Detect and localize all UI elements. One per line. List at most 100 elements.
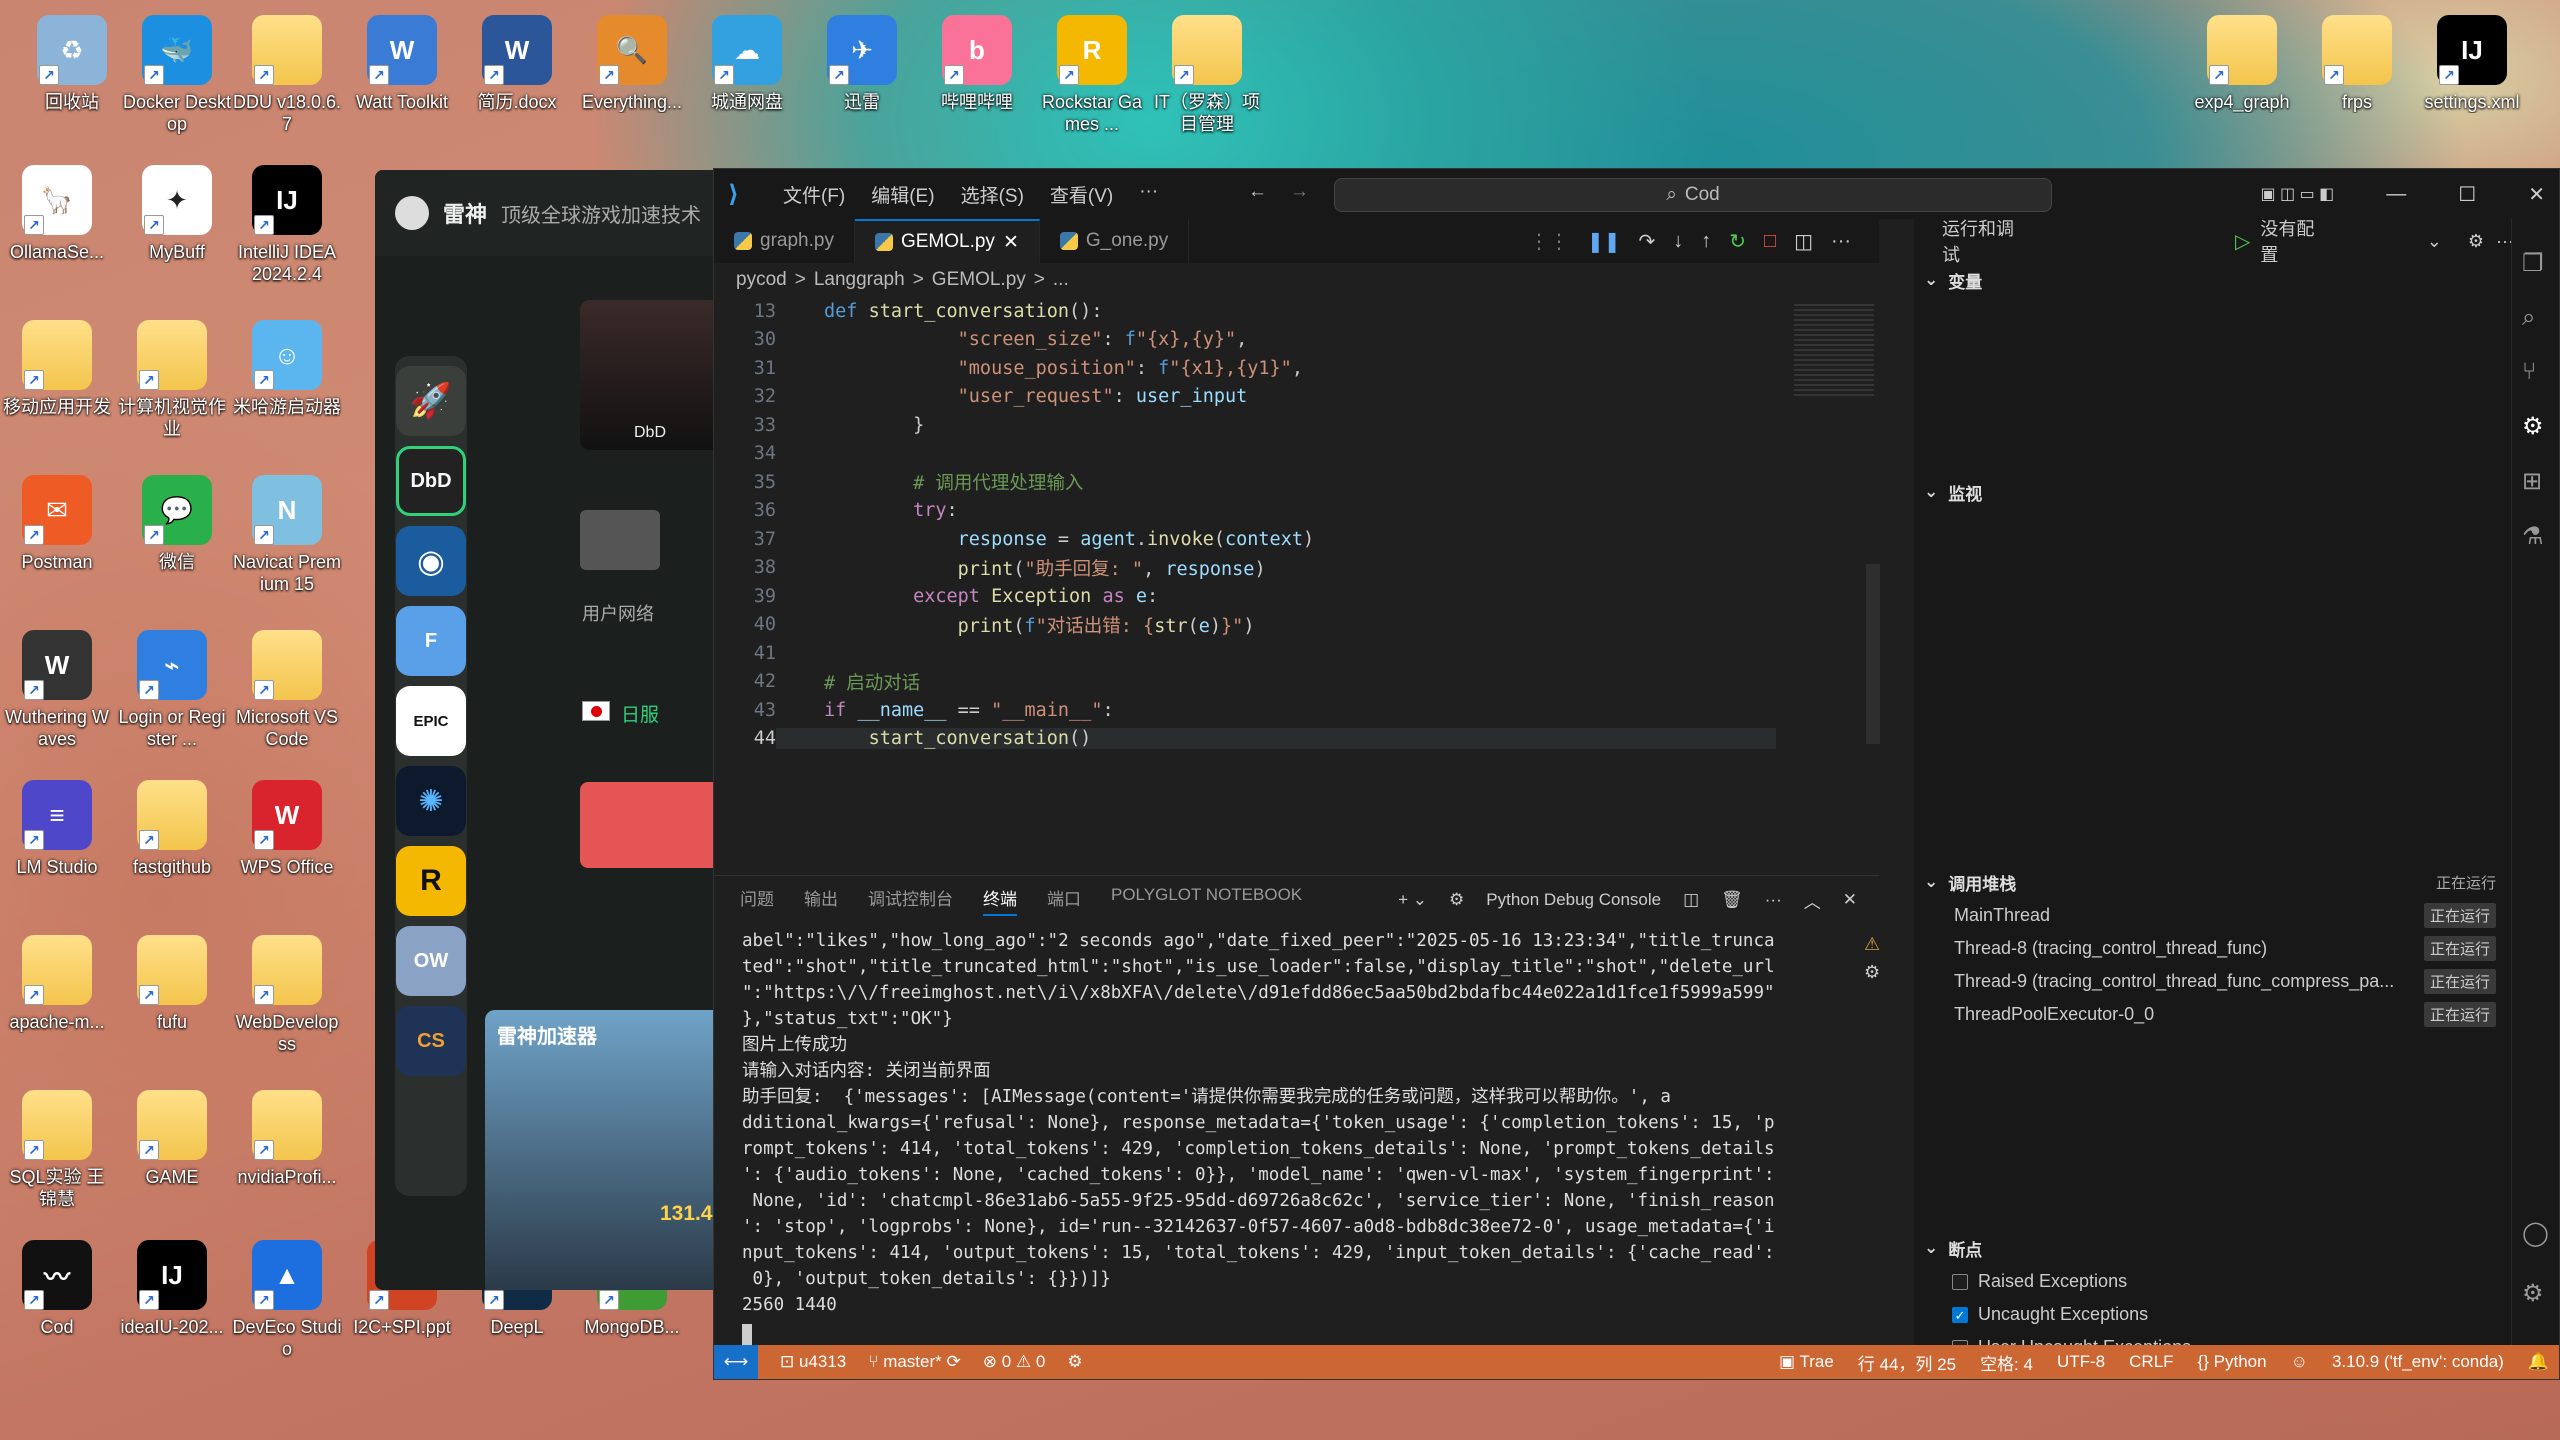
split-editor-icon[interactable]: ◫ <box>1794 229 1813 254</box>
step-over-icon[interactable]: ↷ <box>1639 229 1656 254</box>
menu-item[interactable]: 文件(F) <box>783 181 845 208</box>
branch-status[interactable]: ⑂ master* ⟳ <box>868 1352 960 1372</box>
chevron-down-icon[interactable]: ⌄ <box>2427 231 2442 252</box>
pause-icon[interactable]: ❚❚ <box>1587 229 1621 254</box>
thread-item[interactable]: ThreadPoolExecutor-0_0 正在运行 <box>1914 998 2514 1031</box>
desktop-icon[interactable]: 〰 ↗ Cod <box>2 1240 112 1338</box>
account-icon[interactable]: ◯ <box>2522 1219 2549 1248</box>
manage-gear-icon[interactable]: ⚙ <box>2522 1279 2544 1308</box>
line-ending[interactable]: CRLF <box>2129 1352 2173 1372</box>
copilot-icon[interactable]: ☺ <box>2291 1352 2308 1372</box>
overwatch-icon[interactable]: OW <box>396 926 466 996</box>
split-terminal-icon[interactable]: ◫ <box>1683 890 1699 910</box>
close-button[interactable]: ✕ <box>2528 182 2545 207</box>
minimap[interactable] <box>1794 304 1874 399</box>
promo-banner[interactable]: 雷神加速器 131.4 <box>485 1010 730 1290</box>
add-terminal-icon[interactable]: + ⌄ <box>1398 890 1427 910</box>
encoding[interactable]: UTF-8 <box>2057 1352 2105 1372</box>
thread-item[interactable]: MainThread 正在运行 <box>1914 899 2514 932</box>
desktop-icon[interactable]: 🦙 ↗ OllamaSe... <box>2 165 112 263</box>
panel-tab[interactable]: 问题 <box>740 885 774 916</box>
desktop-icon[interactable]: ↗ fastgithub <box>117 780 227 878</box>
command-center-search[interactable]: ⌕ Cod <box>1334 178 2052 212</box>
breakpoint-checkbox[interactable]: ✓ <box>1952 1306 1968 1323</box>
trash-icon[interactable]: 🗑 <box>1721 890 1743 910</box>
testing-icon[interactable]: ⚗ <box>2522 522 2559 551</box>
close-panel-icon[interactable]: ✕ <box>1843 890 1857 910</box>
steam-icon[interactable]: ◉ <box>396 526 466 596</box>
desktop-icon[interactable]: ↗ fufu <box>117 935 227 1033</box>
language-mode[interactable]: {} Python <box>2198 1352 2267 1372</box>
csgo-icon[interactable]: CS <box>396 1006 466 1076</box>
source-control-icon[interactable]: ⑂ <box>2522 358 2559 386</box>
desktop-icon[interactable]: IJ ↗ settings.xml <box>2417 15 2527 113</box>
desktop-icon[interactable]: ♻ ↗ 回收站 <box>17 15 127 113</box>
layout-icon[interactable]: ▣ ◫ ▭ ◧ <box>2260 184 2334 204</box>
desktop-icon[interactable]: ↗ 移动应用开发 <box>2 320 112 418</box>
desktop-icon[interactable]: ↗ GAME <box>117 1090 227 1188</box>
desktop-icon[interactable]: ≡ ↗ LM Studio <box>2 780 112 878</box>
desktop-icon[interactable]: ↗ frps <box>2302 15 2412 113</box>
desktop-icon[interactable]: N ↗ Navicat Premium 15 <box>232 475 342 595</box>
back-arrow-icon[interactable]: ← <box>1248 181 1267 203</box>
editor-tab[interactable]: graph.py <box>714 219 855 263</box>
panel-tab[interactable]: POLYGLOT NOTEBOOK <box>1111 885 1302 916</box>
desktop-icon[interactable]: ↗ IT（罗森）项目管理 <box>1152 15 1262 135</box>
breakpoint-item[interactable]: ✓ Uncaught Exceptions <box>1914 1298 2514 1331</box>
user-status[interactable]: ⊡ u4313 <box>780 1352 846 1372</box>
debug-launch-icon[interactable]: ⚙ <box>1067 1352 1082 1372</box>
desktop-icon[interactable]: 🔍 ↗ Everything... <box>577 15 687 113</box>
explorer-icon[interactable]: ❐ <box>2522 249 2559 278</box>
terminal-output[interactable]: abel":"likes","how_long_ago":"2 seconds … <box>714 924 1824 1318</box>
desktop-icon[interactable]: ↗ SQL实验 王锦慧 <box>2 1090 112 1210</box>
interpreter[interactable]: 3.10.9 ('tf_env': conda) <box>2332 1352 2504 1372</box>
thread-item[interactable]: Thread-8 (tracing_control_thread_func) 正在… <box>1914 932 2514 965</box>
epic-games-icon[interactable]: EPIC <box>396 686 466 756</box>
search-icon[interactable]: ⌕ <box>2522 304 2559 332</box>
step-into-icon[interactable]: ↓ <box>1673 230 1683 253</box>
breadcrumb-item[interactable]: Langgraph <box>814 269 905 291</box>
editor-scrollbar[interactable] <box>1866 564 1880 744</box>
desktop-icon[interactable]: W ↗ 简历.docx <box>462 15 572 113</box>
maximize-button[interactable]: ☐ <box>2458 182 2476 207</box>
gear-icon[interactable]: ⚙ <box>2468 231 2484 252</box>
cursor-position[interactable]: 行 44，列 25 <box>1858 1350 1956 1375</box>
more-actions-icon[interactable]: ··· <box>1831 230 1851 253</box>
breadcrumb-item[interactable]: GEMOL.py <box>932 269 1026 291</box>
desktop-icon[interactable]: 💬 ↗ 微信 <box>122 475 232 573</box>
desktop-icon[interactable]: ↗ DDU v18.0.6.7 <box>232 15 342 135</box>
forward-arrow-icon[interactable]: → <box>1290 181 1309 203</box>
panel-tab[interactable]: 调试控制台 <box>868 885 953 916</box>
breadcrumb-item[interactable]: pycod <box>736 269 787 291</box>
indentation[interactable]: 空格: 4 <box>1980 1350 2033 1375</box>
desktop-icon[interactable]: ☁ ↗ 城通网盘 <box>692 15 802 113</box>
variables-section[interactable]: ⌄ 变量 <box>1914 263 2514 297</box>
breakpoints-section[interactable]: ⌄ 断点 <box>1914 1231 2514 1265</box>
desktop-icon[interactable]: R ↗ Rockstar Games ... <box>1037 15 1147 135</box>
menu-item[interactable]: 编辑(E) <box>871 181 934 208</box>
close-tab-icon[interactable]: ✕ <box>1003 231 1019 254</box>
region-label[interactable]: 日服 <box>621 700 659 727</box>
desktop-icon[interactable]: IJ ↗ ideaIU-202... <box>117 1240 227 1338</box>
panel-tab[interactable]: 终端 <box>983 885 1017 916</box>
breakpoint-item[interactable]: Raised Exceptions <box>1914 1265 2514 1298</box>
dead-by-daylight-icon[interactable]: DbD <box>396 446 466 516</box>
desktop-icon[interactable]: W ↗ Watt Toolkit <box>347 15 457 113</box>
trae-status[interactable]: ▣ Trae <box>1779 1352 1834 1372</box>
panel-tab[interactable]: 端口 <box>1047 885 1081 916</box>
menu-item[interactable]: 选择(S) <box>961 181 1024 208</box>
remote-icon[interactable]: ⟷ <box>714 1345 758 1379</box>
start-debug-icon[interactable]: ▷ <box>2235 229 2250 254</box>
desktop-icon[interactable]: b ↗ 哔哩哔哩 <box>922 15 1032 113</box>
notifications-icon[interactable]: 🔔 <box>2528 1352 2549 1372</box>
thread-item[interactable]: Thread-9 (tracing_control_thread_func_co… <box>1914 965 2514 998</box>
problems-status[interactable]: ⊗ 0 ⚠ 0 <box>983 1352 1046 1372</box>
rockstar-icon[interactable]: R <box>396 846 466 916</box>
step-out-icon[interactable]: ↑ <box>1701 230 1711 253</box>
watch-section[interactable]: ⌄ 监视 <box>1914 475 2514 509</box>
console-name[interactable]: Python Debug Console <box>1486 890 1661 910</box>
desktop-icon[interactable]: W ↗ WPS Office <box>232 780 342 878</box>
battlenet-icon[interactable]: ✺ <box>396 766 466 836</box>
desktop-icon[interactable]: ✈ ↗ 迅雷 <box>807 15 917 113</box>
desktop-icon[interactable]: ↗ apache-m... <box>2 935 112 1033</box>
